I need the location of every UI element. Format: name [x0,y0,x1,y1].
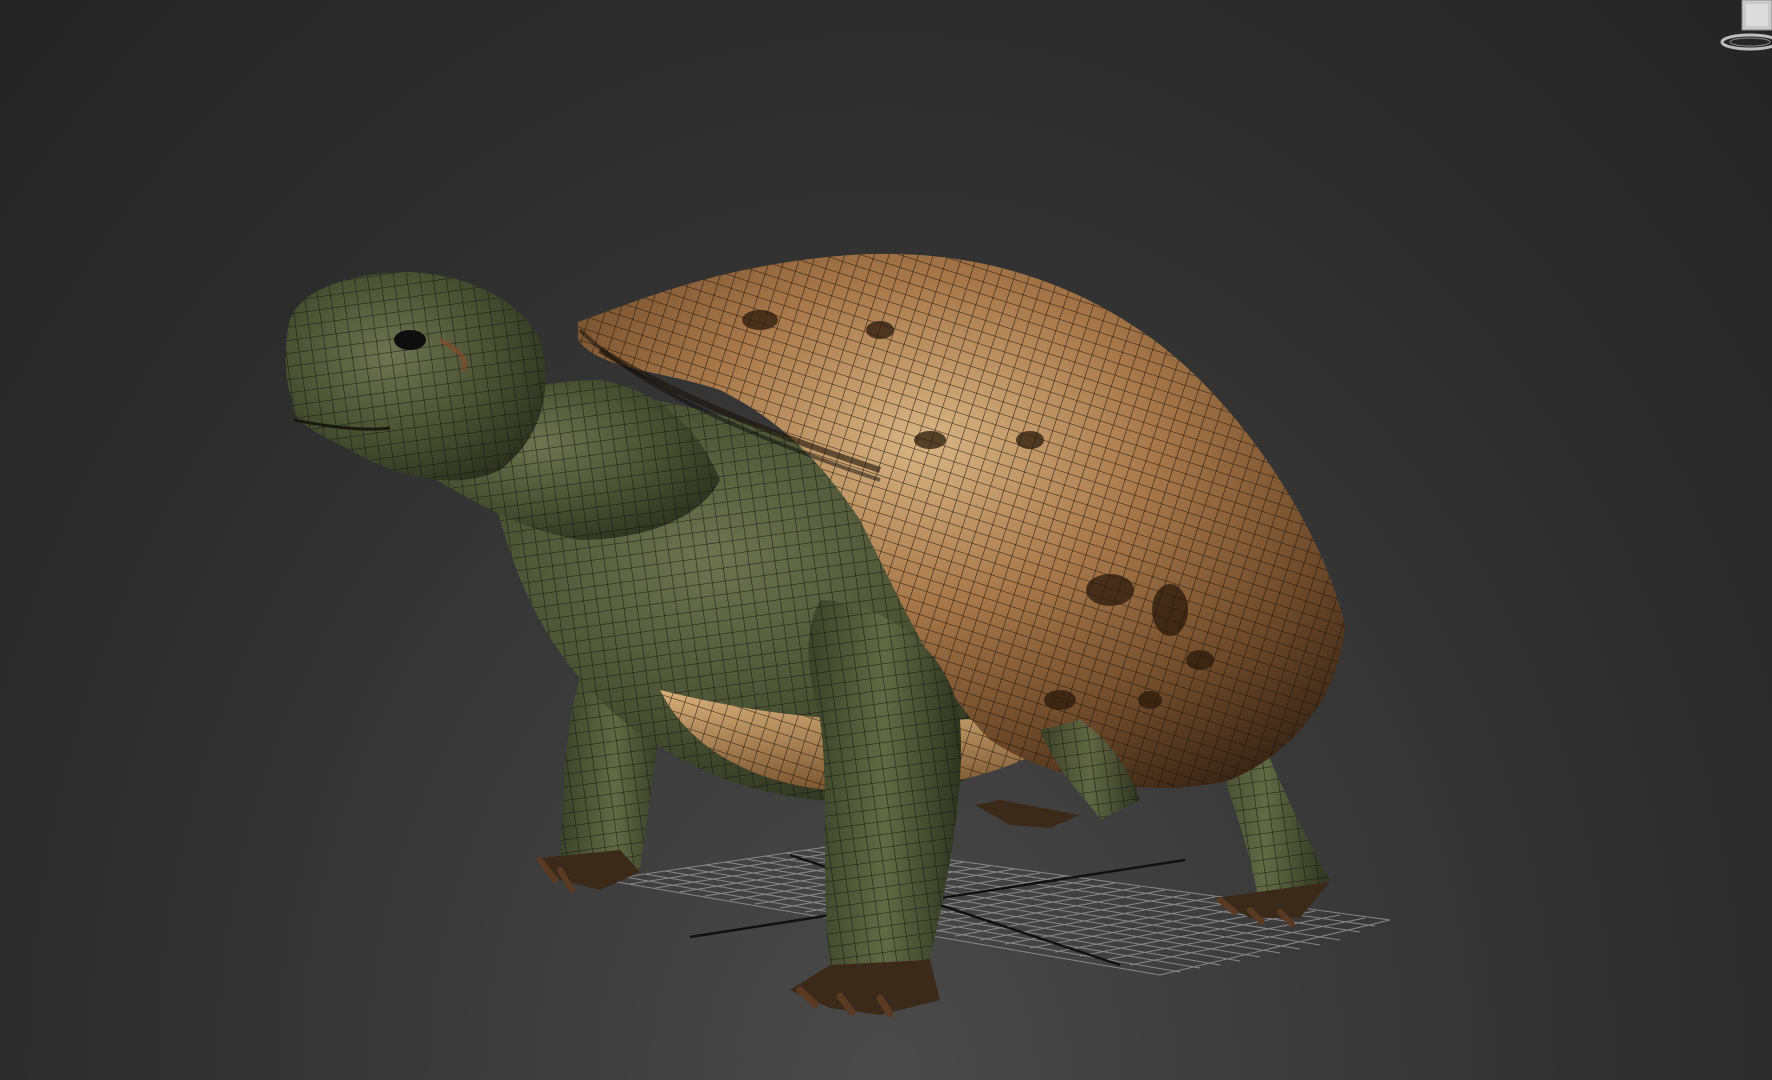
3d-viewport[interactable] [0,0,1772,1080]
viewport-scene [285,253,1391,1018]
turtle-head [285,272,546,481]
turtle-eye [394,330,426,350]
viewcube[interactable] [1712,0,1772,52]
front-left-leg [790,600,961,1018]
viewcube-icon [1720,0,1772,51]
